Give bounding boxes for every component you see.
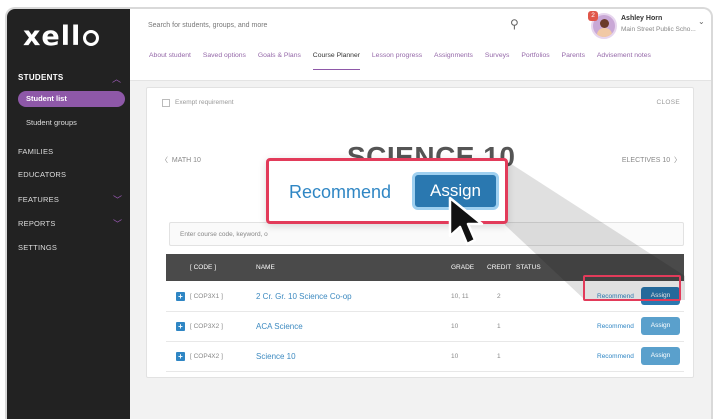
chevron-down-icon[interactable]: ﹀ (113, 217, 122, 230)
table-row: + [ COP3X2 ] ACA Science 10 1 Recommend … (166, 312, 684, 342)
assign-button[interactable]: Assign (641, 347, 680, 365)
sidebar-item-settings[interactable]: SETTINGS (18, 243, 57, 252)
course-code: [ COP4X2 ] (190, 353, 223, 360)
tab-about-student[interactable]: About student (149, 52, 191, 59)
expand-icon[interactable]: + (176, 352, 185, 361)
user-name[interactable]: Ashley Horn (621, 15, 662, 22)
sidebar-item-features[interactable]: FEATURES (18, 195, 59, 204)
recommend-button[interactable]: Recommend (597, 353, 634, 360)
tab-course-planner[interactable]: Course Planner (312, 52, 361, 70)
zoom-recommend-button[interactable]: Recommend (289, 182, 391, 203)
exempt-label: Exempt requirement (175, 99, 234, 106)
student-tabs: About student Saved options Goals & Plan… (149, 52, 661, 70)
table-row: + [ COP4X2 ] Science 10 10 1 Recommend A… (166, 342, 684, 372)
course-grade: 10 (451, 323, 459, 330)
course-code: [ COP3X1 ] (190, 293, 223, 300)
prev-course-label: MATH 10 (171, 157, 201, 164)
cursor-arrow-icon (448, 196, 484, 246)
sidebar-item-families[interactable]: FAMILIES (18, 147, 53, 156)
chevron-down-icon[interactable]: ⌄ (698, 17, 705, 26)
course-filter-input[interactable]: Enter course code, keyword, o (169, 222, 684, 246)
header-status: STATUS (516, 264, 541, 271)
expand-icon[interactable]: + (176, 292, 185, 301)
recommend-button[interactable]: Recommend (597, 323, 634, 330)
sidebar-item-student-list[interactable]: Student list (18, 91, 125, 107)
tab-parents[interactable]: Parents (562, 52, 585, 59)
sidebar: xell STUDENTS ︿ Student list Student gro… (7, 9, 130, 419)
assign-button[interactable]: Assign (641, 317, 680, 335)
course-grade: 10, 11 (451, 293, 469, 300)
course-grade: 10 (451, 353, 459, 360)
search-icon[interactable]: ⚲ (510, 17, 519, 31)
tab-assignments[interactable]: Assignments (434, 52, 473, 59)
course-credit: 1 (497, 353, 501, 360)
notification-badge[interactable]: 2 (588, 11, 598, 21)
course-panel: Exempt requirement CLOSE 〈 MATH 10 SCIEN… (146, 87, 694, 378)
tab-goals-plans[interactable]: Goals & Plans (258, 52, 301, 59)
search-input[interactable]: Search for students, groups, and more (148, 22, 267, 29)
sidebar-section-students[interactable]: STUDENTS (18, 73, 64, 82)
user-school: Main Street Public Scho... (621, 26, 696, 33)
course-code: [ COP3X2 ] (190, 323, 223, 330)
highlight-box (583, 275, 681, 301)
sidebar-item-student-groups[interactable]: Student groups (26, 118, 77, 127)
top-bar: Search for students, groups, and more ⚲ … (130, 9, 711, 81)
chevron-up-icon[interactable]: ︿ (112, 72, 121, 85)
exempt-checkbox[interactable] (162, 99, 170, 107)
course-name[interactable]: Science 10 (256, 352, 296, 361)
course-credit: 1 (497, 323, 501, 330)
header-grade: GRADE (451, 264, 475, 271)
chevron-down-icon[interactable]: ﹀ (113, 193, 122, 206)
next-course-button[interactable]: ELECTIVES 10 〉 (622, 155, 681, 165)
course-name[interactable]: ACA Science (256, 322, 303, 331)
chevron-right-icon: 〉 (674, 157, 681, 164)
tab-surveys[interactable]: Surveys (485, 52, 510, 59)
tab-advisement-notes[interactable]: Advisement notes (597, 52, 651, 59)
chevron-left-icon: 〈 (161, 157, 168, 164)
xello-logo[interactable]: xell (23, 21, 100, 52)
prev-course-button[interactable]: 〈 MATH 10 (161, 155, 201, 165)
course-credit: 2 (497, 293, 501, 300)
tab-lesson-progress[interactable]: Lesson progress (372, 52, 422, 59)
course-name[interactable]: 2 Cr. Gr. 10 Science Co-op (256, 292, 352, 301)
expand-icon[interactable]: + (176, 322, 185, 331)
header-name: NAME (256, 264, 275, 271)
close-button[interactable]: CLOSE (656, 99, 680, 106)
next-course-label: ELECTIVES 10 (621, 157, 671, 164)
header-code: [ CODE ] (190, 264, 217, 271)
sidebar-item-educators[interactable]: EDUCATORS (18, 170, 66, 179)
tab-portfolios[interactable]: Portfolios (521, 52, 549, 59)
sidebar-item-reports[interactable]: REPORTS (18, 219, 56, 228)
header-credit: CREDIT (487, 264, 512, 271)
tab-saved-options[interactable]: Saved options (203, 52, 246, 59)
